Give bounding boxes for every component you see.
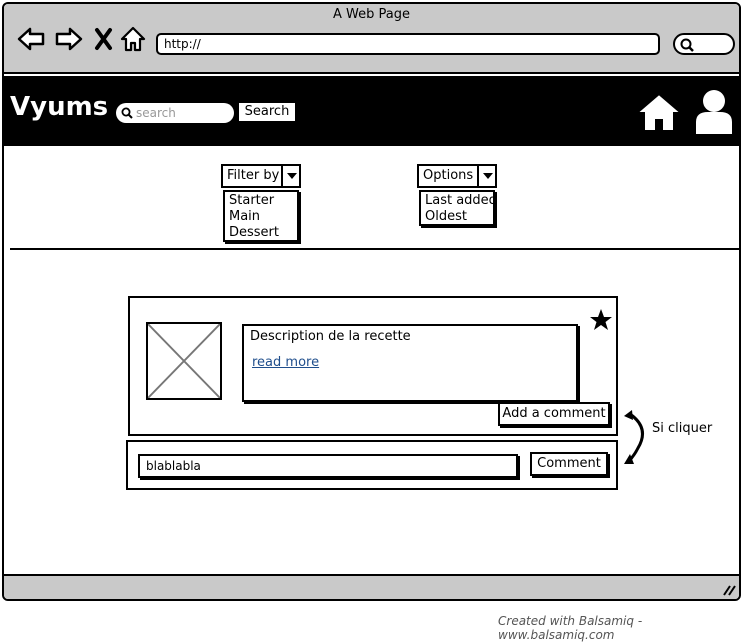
arrow-right-icon[interactable] xyxy=(54,24,84,54)
browser-titlebar: A Web Page http:// xyxy=(4,4,739,74)
filter-option-starter[interactable]: Starter xyxy=(229,193,293,209)
home-icon[interactable] xyxy=(118,24,148,54)
options-menu: Last added Oldest xyxy=(419,190,497,226)
browser-window: A Web Page http:// Vyums search Search F… xyxy=(2,2,741,601)
resize-handle-icon[interactable] xyxy=(722,584,736,596)
option-oldest[interactable]: Oldest xyxy=(425,209,489,225)
search-button[interactable]: Search xyxy=(238,102,296,122)
annotation-label: Si cliquer xyxy=(652,421,713,436)
divider xyxy=(10,248,739,250)
comment-input[interactable]: blablabla xyxy=(138,454,518,478)
read-more-link[interactable]: read more xyxy=(252,355,319,370)
add-comment-button[interactable]: Add a comment xyxy=(498,402,610,426)
search-input[interactable]: search xyxy=(116,103,234,123)
filter-by-dropdown[interactable]: Filter by xyxy=(221,164,283,188)
search-icon xyxy=(121,107,133,119)
arrow-left-icon[interactable] xyxy=(16,24,46,54)
browser-search-field[interactable] xyxy=(673,33,735,55)
search-placeholder: search xyxy=(136,106,176,120)
option-last-added[interactable]: Last added xyxy=(425,193,497,209)
home-icon[interactable] xyxy=(636,92,682,132)
brand-logo[interactable]: Vyums xyxy=(10,92,108,122)
browser-statusbar xyxy=(4,574,739,599)
chevron-down-icon[interactable] xyxy=(281,164,301,188)
recipe-description: Description de la recette xyxy=(250,329,411,344)
filter-option-dessert[interactable]: Dessert xyxy=(229,225,293,241)
curved-arrow-icon xyxy=(624,410,644,464)
options-dropdown[interactable]: Options xyxy=(417,164,479,188)
image-placeholder-icon xyxy=(146,322,222,400)
filter-by-menu: Starter Main Dessert xyxy=(223,190,299,242)
chevron-down-icon[interactable] xyxy=(477,164,497,188)
credit-note: Created with Balsamiq - www.balsamiq.com xyxy=(498,614,643,642)
star-icon[interactable] xyxy=(589,308,613,332)
filter-option-main[interactable]: Main xyxy=(229,209,293,225)
search-icon xyxy=(680,38,694,52)
user-icon[interactable] xyxy=(694,88,734,134)
app-header: Vyums search Search xyxy=(4,76,739,146)
window-title: A Web Page xyxy=(333,7,410,22)
url-input[interactable]: http:// xyxy=(156,33,660,55)
comment-button[interactable]: Comment xyxy=(530,452,608,476)
